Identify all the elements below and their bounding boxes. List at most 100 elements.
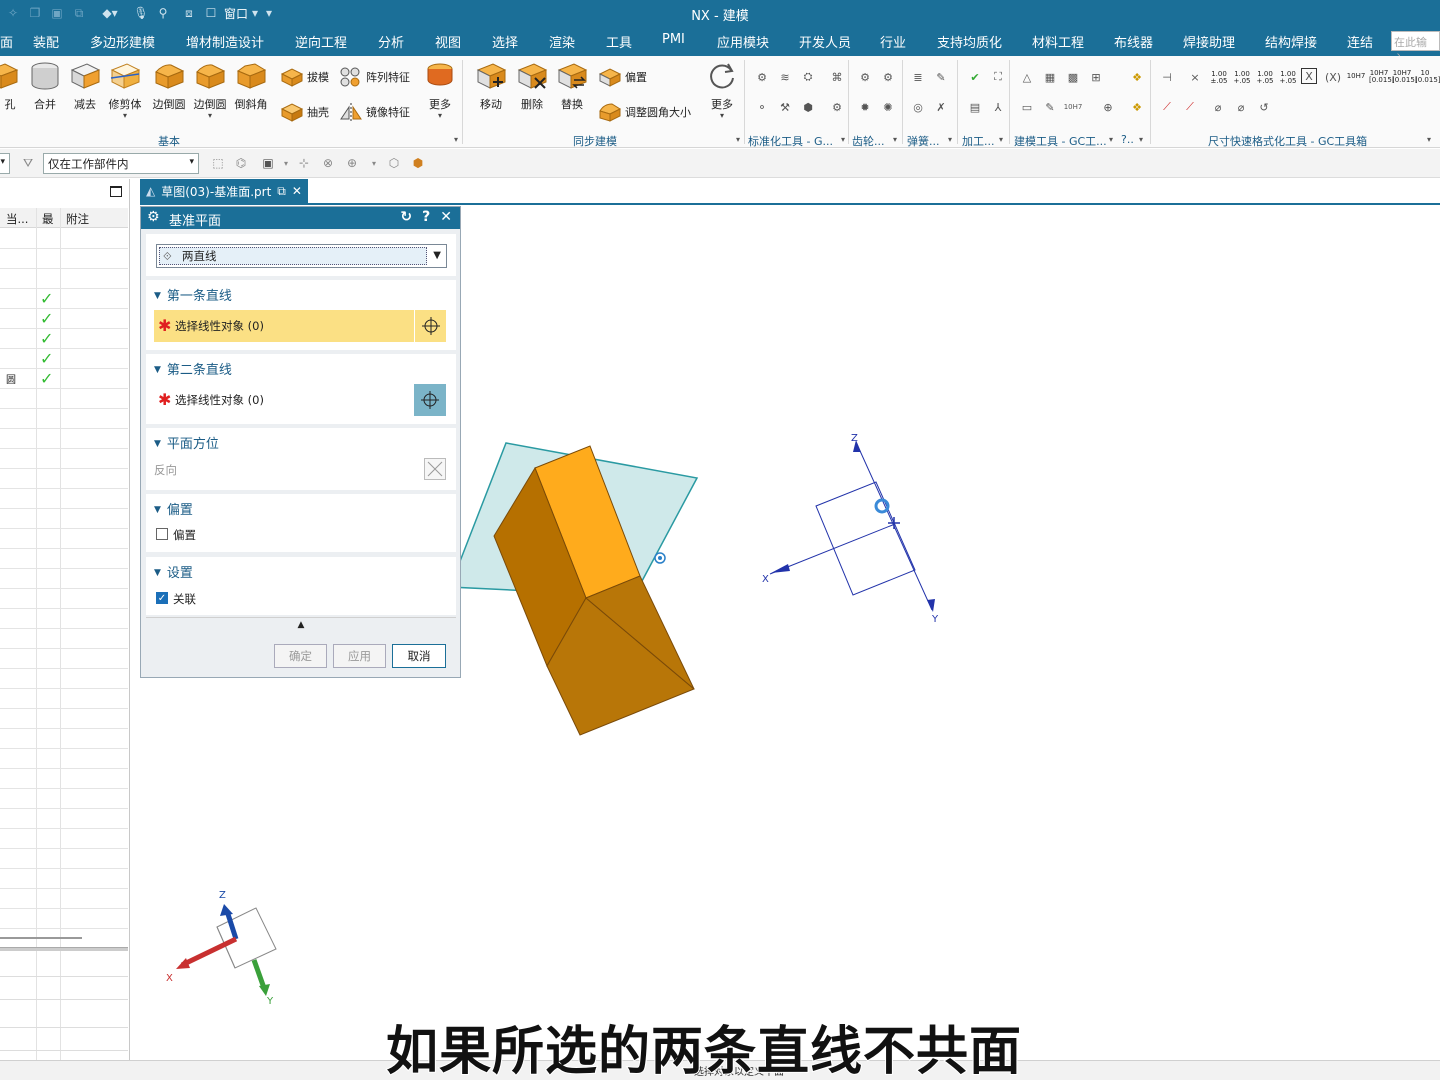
table-row[interactable] [0, 829, 128, 849]
fit-format-2[interactable]: 10H7 [0.015] [1369, 70, 1395, 84]
shell-button[interactable]: 抽壳 [280, 101, 329, 123]
dialog-title-bar[interactable]: ⚙ 基准平面 ↻ ? ✕ [141, 207, 460, 229]
fastener-icon[interactable]: ⛭ [799, 68, 817, 86]
select-body-icon[interactable]: ⌬ [233, 155, 249, 171]
table-row[interactable] [0, 649, 128, 669]
slope-dimension-icon[interactable]: ⟋ [1181, 98, 1199, 116]
microphone-icon[interactable]: 🎙 [132, 4, 150, 22]
table-row[interactable] [0, 489, 128, 509]
table-row[interactable] [0, 509, 128, 529]
tab-homogenization[interactable]: 支持均质化 [937, 32, 1002, 51]
diameter-2-icon[interactable]: ⌀ [1232, 98, 1250, 116]
replace-face-button[interactable]: 替换 [554, 60, 590, 112]
offset-header[interactable]: ▼ 偏置 [154, 499, 193, 518]
table-row[interactable] [0, 389, 128, 409]
cancel-button[interactable]: 取消 [392, 644, 446, 668]
layer-stack-icon[interactable]: ≋ [776, 68, 794, 86]
duplicate-icon[interactable]: ⧉ [70, 4, 88, 22]
table-row[interactable]: ✓ [0, 289, 128, 309]
document-tab[interactable]: ◭ 草图(03)-基准面.prt ⧉ ✕ [140, 179, 308, 203]
close-icon[interactable]: ✕ [292, 184, 302, 198]
tab-analysis[interactable]: 分析 [378, 32, 404, 51]
table-row[interactable] [0, 869, 128, 889]
gear-icon[interactable]: ⚙ [147, 209, 160, 225]
table-row[interactable] [0, 769, 128, 789]
chevron-down-icon[interactable]: ▾ [250, 4, 260, 22]
mirror-feature-button[interactable]: 镜像特征 [339, 101, 410, 123]
table-row[interactable] [0, 909, 128, 929]
table-row[interactable] [0, 549, 128, 569]
csys-icon[interactable]: ⅄ [989, 98, 1007, 116]
tab-developer[interactable]: 开发人员 [799, 32, 851, 51]
move-face-button[interactable]: 移动 [472, 60, 510, 112]
report-icon[interactable]: ▤ [966, 98, 984, 116]
table-row[interactable] [0, 409, 128, 429]
table-row[interactable]: ✓ [0, 349, 128, 369]
table-row[interactable] [0, 629, 128, 649]
tab-welding-assistant[interactable]: 焊接助理 [1183, 32, 1235, 51]
edge-blend-button[interactable]: 边倒圆 [151, 60, 187, 112]
batch-edit-icon[interactable]: ▩ [1064, 68, 1082, 86]
second-line-header[interactable]: ▼ 第二条直线 [154, 359, 232, 378]
multiply-icon[interactable]: × [1186, 68, 1204, 86]
subtract-button[interactable]: 减去 [68, 60, 102, 112]
chamfer-button[interactable]: 倒斜角 [233, 60, 269, 112]
chevron-down-icon[interactable]: ▾ [278, 155, 294, 171]
angle-dimension-icon[interactable]: ⟋ [1158, 98, 1176, 116]
column-notes[interactable]: 附注 [66, 211, 89, 227]
coil-icon[interactable]: ◎ [909, 98, 927, 116]
select-face-icon[interactable]: ▣ [260, 155, 276, 171]
reference-dimension-icon[interactable]: (X) [1324, 68, 1342, 86]
snap-mid-icon[interactable]: ⊕ [344, 155, 360, 171]
tolerance-format-2[interactable]: 1.00 +.05 [1232, 71, 1252, 85]
table-row[interactable] [0, 709, 128, 729]
table-row[interactable] [0, 609, 128, 629]
unite-button[interactable]: 合并 [28, 60, 62, 112]
chevron-down-icon[interactable]: ▾ [438, 112, 442, 120]
snap-end-icon[interactable]: ⊗ [320, 155, 336, 171]
maximize-icon[interactable] [110, 186, 122, 197]
grid-edit-icon[interactable]: ⊞ [1087, 68, 1105, 86]
table-row[interactable]: 圆 ✓ [0, 369, 128, 389]
tab-routing[interactable]: 布线器 [1114, 32, 1153, 51]
spring-icon[interactable]: ≣ [909, 68, 927, 86]
close-icon[interactable]: ✕ [440, 209, 452, 225]
table-row[interactable] [0, 689, 128, 709]
snap-point-icon[interactable]: ⊹ [296, 155, 312, 171]
filter-icon[interactable]: ⛛ [20, 155, 36, 171]
table-row[interactable] [0, 429, 128, 449]
gear-icon[interactable]: ⚙ [828, 98, 846, 116]
window-menu-label[interactable]: 窗口 [224, 5, 248, 22]
rotate-icon[interactable]: ↺ [1255, 98, 1273, 116]
box-dimension-icon[interactable]: X [1301, 68, 1317, 84]
more-basic-button[interactable]: 更多 ▾ [424, 60, 456, 120]
add-part-icon[interactable]: ⊕ [1099, 98, 1117, 116]
fit-format-3[interactable]: 10H7 [0.015] [1392, 70, 1418, 84]
gold-parts-icon[interactable]: ❖ [1128, 68, 1146, 86]
group-expand-icon[interactable]: ▾ [1132, 130, 1150, 148]
reverse-direction-icon[interactable] [424, 458, 446, 480]
dimension-icon[interactable]: ⊣ [1158, 68, 1176, 86]
view-cube-icon[interactable]: ⬡ [386, 155, 402, 171]
tolerance-format-3[interactable]: 1.00 +.05 [1255, 71, 1275, 85]
table-row[interactable] [0, 809, 128, 829]
tolerance-icon[interactable]: 10H7 [1064, 98, 1083, 116]
table-row[interactable] [0, 749, 128, 769]
paste-icon[interactable]: ▣ [48, 4, 66, 22]
column-latest[interactable]: 最 [42, 211, 54, 227]
datum-csys[interactable] [769, 441, 933, 611]
offset-checkbox[interactable] [156, 528, 168, 540]
collapse-dialog-icon[interactable]: ▲ [146, 617, 456, 633]
wrench-icon[interactable]: ⚒ [776, 98, 794, 116]
horizontal-scrollbar[interactable] [0, 937, 82, 939]
tolerance-format-4[interactable]: 1.00 +.05 [1278, 71, 1298, 85]
standard-part-icon[interactable]: ⚙ [753, 68, 771, 86]
chevron-down-icon[interactable]: ▾ [208, 112, 212, 120]
associative-checkbox[interactable]: ✓ [156, 592, 168, 604]
resize-blend-button[interactable]: 调整圆角大小 [598, 101, 691, 123]
draft-button[interactable]: 拔模 [280, 66, 329, 88]
offset-region-button[interactable]: 偏置 [598, 66, 647, 88]
tab-assembly[interactable]: 装配 [33, 32, 59, 51]
delete-spring-icon[interactable]: ✗ [932, 98, 950, 116]
helical-gear-icon[interactable]: ✺ [879, 98, 897, 116]
